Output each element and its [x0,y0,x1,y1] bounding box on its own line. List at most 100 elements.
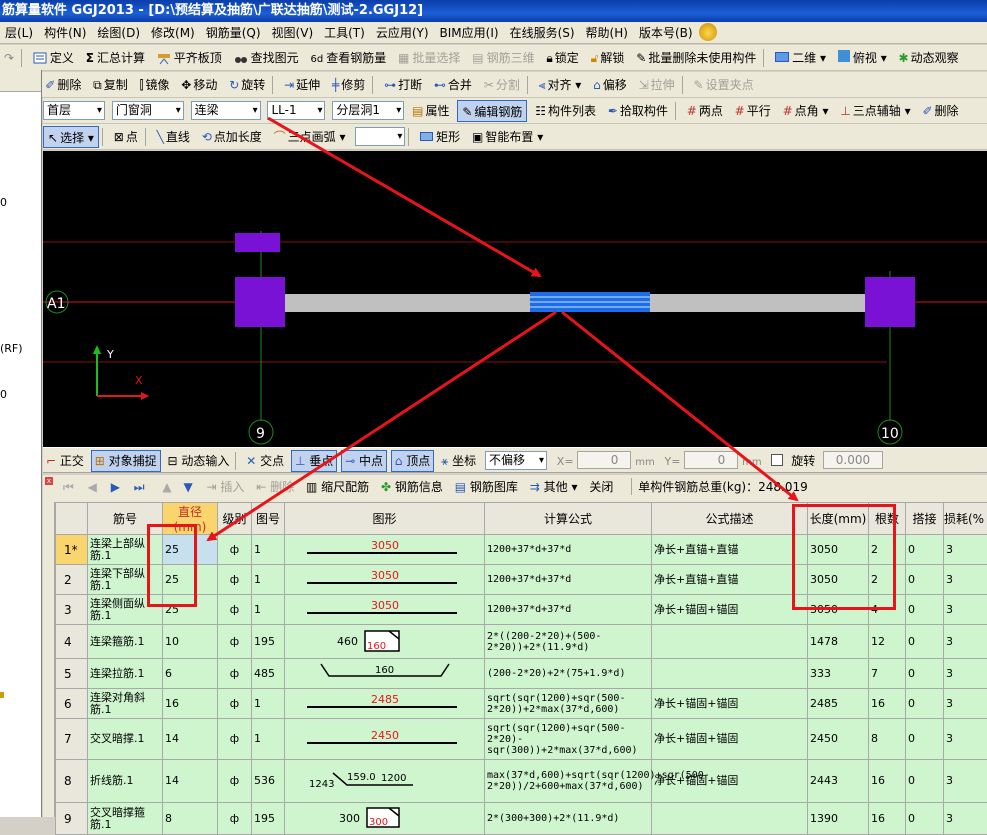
header-diameter[interactable]: 直径(mm) [163,503,218,535]
extend-button[interactable]: ⇥延伸 [280,74,324,96]
lap-cell[interactable]: 0 [906,625,944,659]
unlock-button[interactable]: 🔓︎解锁 [587,47,629,69]
table-delete-button[interactable]: ⇤ 删除 [256,478,294,495]
trim-button[interactable]: ╪修剪 [328,74,369,96]
table-row[interactable]: 3 连梁侧面纵筋.1 25 ф 1 3050 1200+37*d+37*d 净长… [56,595,987,625]
type-select[interactable]: 连梁 [191,101,261,120]
panel-close-x[interactable]: x [45,477,53,485]
figure-no-cell[interactable]: 1 [252,689,285,719]
prev-record-icon[interactable]: ◀ [88,480,97,494]
rotate-input[interactable]: 0.000 [823,451,883,469]
grade-cell[interactable]: ф [218,760,252,803]
table-row[interactable]: 4 连梁箍筋.1 10 ф 195 460160 2*((200-2*20)+(… [56,625,987,659]
redo-icon[interactable]: ↷ [0,47,18,69]
dynamic-input-toggle[interactable]: ⊟ 动态输入 [164,450,232,472]
batch-select-button[interactable]: ▦批量选择 [394,47,464,69]
row-number[interactable]: 1* [56,535,88,565]
description-cell[interactable]: 净长+锚固+锚固 [652,595,808,625]
length-cell[interactable]: 3050 [808,565,869,595]
view-rebar-qty-button[interactable]: 6d查看钢筋量 [306,47,390,69]
description-cell[interactable]: 净长+锚固+锚固 [652,719,808,760]
menu-bim[interactable]: BIM应用(I) [435,22,505,44]
bar-name-cell[interactable]: 连梁下部纵筋.1 [88,565,163,595]
point-angle-button[interactable]: #点角 ▾ [779,100,833,122]
move-up-icon[interactable]: ▲ [162,480,171,494]
lock-button[interactable]: 🔒︎锁定 [542,47,582,69]
menu-cloud[interactable]: 云应用(Y) [371,22,435,44]
smart-layout-button[interactable]: ▣智能布置 ▾ [468,126,547,148]
drawing-svg[interactable]: A1 9 10 Y X [43,151,987,447]
header-description[interactable]: 公式描述 [652,503,808,535]
diameter-cell[interactable]: 25 [163,535,218,565]
row-number[interactable]: 2 [56,565,88,595]
grade-cell[interactable]: ф [218,689,252,719]
table-row[interactable]: 7 交叉暗撑.1 14 ф 1 2450 sqrt(sqr(1200)+sqr(… [56,719,987,760]
orbit-button[interactable]: ✱动态观察 [895,47,963,69]
bar-name-cell[interactable]: 连梁箍筋.1 [88,625,163,659]
table-row[interactable]: 6 连梁对角斜筋.1 16 ф 1 2485 sqrt(sqr(1200)+sq… [56,689,987,719]
find-element-button[interactable]: 查找图元 [230,47,303,69]
point-button[interactable]: ⊠点 [110,126,142,148]
count-cell[interactable]: 7 [869,659,906,689]
rectangle-button[interactable]: 矩形 [416,126,464,148]
helmet-icon[interactable] [699,23,717,41]
lap-cell[interactable]: 0 [906,659,944,689]
formula-cell[interactable]: sqrt(sqr(1200)+sqr(500-2*20)-sqr(300))+2… [485,719,652,760]
nav-item-2[interactable]: (RF) [0,342,23,355]
count-cell[interactable]: 16 [869,803,906,835]
parallel-button[interactable]: #平行 [731,100,775,122]
intersection-snap[interactable]: ✕ 交点 [243,450,287,472]
row-number[interactable]: 3 [56,595,88,625]
edit-rebar-button[interactable]: ✎编辑钢筋 [457,100,527,122]
bar-name-cell[interactable]: 连梁侧面纵筋.1 [88,595,163,625]
count-cell[interactable]: 8 [869,719,906,760]
diameter-cell[interactable]: 14 [163,760,218,803]
batch-delete-unused-button[interactable]: ✎批量删除未使用构件 [632,47,760,69]
table-row[interactable]: 2 连梁下部纵筋.1 25 ф 1 3050 1200+37*d+37*d 净长… [56,565,987,595]
menu-draw[interactable]: 绘图(D) [92,22,146,44]
align-slab-top-button[interactable]: 平齐板顶 [153,47,226,69]
row-number[interactable]: 5 [56,659,88,689]
offset-mode-select[interactable]: 不偏移 [485,451,547,470]
count-cell[interactable]: 2 [869,565,906,595]
header-bar-no[interactable]: 筋号 [88,503,163,535]
formula-cell[interactable]: 1200+37*d+37*d [485,535,652,565]
move-button[interactable]: ✥移动 [177,74,221,96]
object-snap-toggle[interactable]: ⊞ 对象捕捉 [91,450,161,472]
pick-component-button[interactable]: ✒拾取构件 [604,100,672,122]
bar-name-cell[interactable]: 交叉暗撑箍筋.1 [88,803,163,835]
bar-name-cell[interactable]: 折线筋.1 [88,760,163,803]
loss-cell[interactable]: 3 [944,719,987,760]
select-button[interactable]: ↖选择 ▾ [43,126,99,148]
define-button[interactable]: 定义 [29,47,78,69]
description-cell[interactable]: 净长+锚固+锚固 [652,760,808,803]
lap-cell[interactable]: 0 [906,803,944,835]
loss-cell[interactable]: 3 [944,625,987,659]
stretch-button[interactable]: ⇲拉伸 [635,74,679,96]
shape-cell[interactable]: 3050 [285,535,485,565]
loss-cell[interactable]: 3 [944,565,987,595]
loss-cell[interactable]: 3 [944,760,987,803]
header-figure-no[interactable]: 图号 [252,503,285,535]
lap-cell[interactable]: 0 [906,595,944,625]
count-cell[interactable]: 16 [869,689,906,719]
set-grip-button[interactable]: ✎设置夹点 [690,74,758,96]
count-cell[interactable]: 12 [869,625,906,659]
y-input[interactable]: 0 [684,451,738,469]
description-cell[interactable]: 净长+直锚+直锚 [652,535,808,565]
layer-select[interactable]: 分层洞1 [332,101,404,120]
diameter-cell[interactable]: 25 [163,595,218,625]
offset-button[interactable]: ⌂偏移 [589,74,631,96]
menu-help[interactable]: 帮助(H) [581,22,634,44]
lap-cell[interactable]: 0 [906,719,944,760]
next-record-icon[interactable]: ▶ [111,480,120,494]
close-button[interactable]: 关闭 [589,478,613,495]
formula-cell[interactable]: max(37*d,600)+sqrt(sqr(1200)+sqr(500-2*2… [485,760,652,803]
lap-cell[interactable]: 0 [906,689,944,719]
coordinate-snap[interactable]: ⚹ 坐标 [438,450,479,472]
line-button[interactable]: ╲直线 [153,126,194,148]
length-cell[interactable]: 333 [808,659,869,689]
table-row[interactable]: 8 折线筋.1 14 ф 536 1243159.01200 max(37*d,… [56,760,987,803]
menu-component[interactable]: 构件(N) [39,22,92,44]
row-number[interactable]: 6 [56,689,88,719]
